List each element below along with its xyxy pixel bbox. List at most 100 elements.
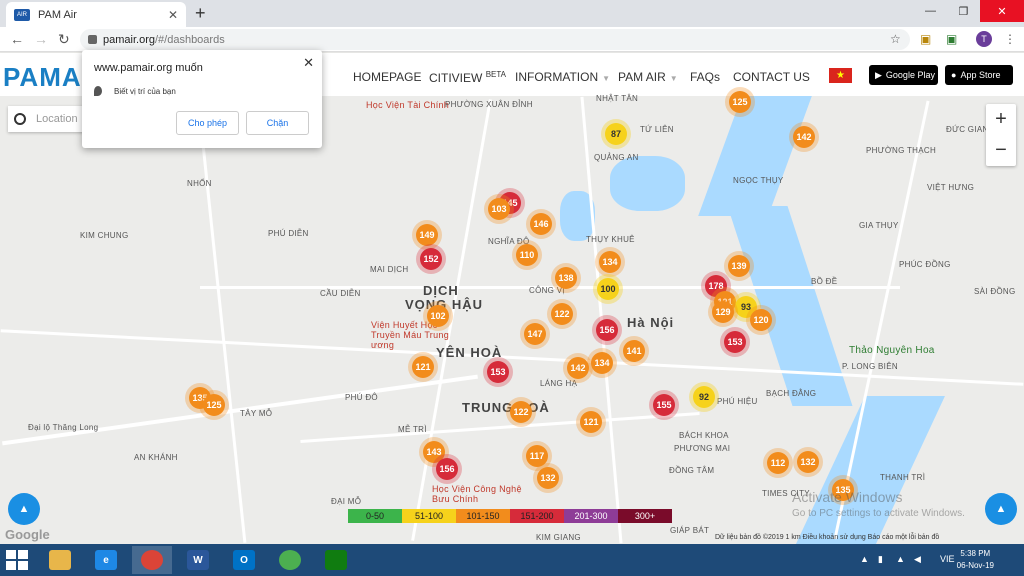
aqi-marker[interactable]: 102 xyxy=(427,305,449,327)
language-indicator[interactable]: VIE xyxy=(940,554,955,564)
map-place-label: DỊCH xyxy=(423,283,459,298)
forward-icon[interactable]: → xyxy=(34,31,48,47)
browser-tab[interactable]: AIR PAM Air ✕ xyxy=(6,2,186,27)
map-canvas[interactable] xyxy=(0,96,1024,544)
new-tab-button[interactable]: + xyxy=(195,3,206,24)
aqi-marker[interactable]: 120 xyxy=(750,309,772,331)
map-place-label: KIM CHUNG xyxy=(80,231,129,240)
aqi-marker[interactable]: 141 xyxy=(623,340,645,362)
battery-icon[interactable]: ▮ xyxy=(878,554,883,565)
popup-close-icon[interactable]: ✕ xyxy=(303,55,314,71)
aqi-marker[interactable]: 147 xyxy=(524,323,546,345)
aqi-marker[interactable]: 103 xyxy=(488,198,510,220)
extension-icon[interactable]: ▣ xyxy=(920,32,931,46)
arrow-up-icon: ▲ xyxy=(18,503,30,515)
aqi-marker[interactable]: 156 xyxy=(436,458,458,480)
aqi-marker[interactable]: 122 xyxy=(510,401,532,423)
aqi-marker[interactable]: 139 xyxy=(728,255,750,277)
tab-close-icon[interactable]: ✕ xyxy=(168,8,178,22)
outlook-app[interactable]: O xyxy=(224,546,264,574)
aqi-marker[interactable]: 138 xyxy=(555,267,577,289)
store-app[interactable] xyxy=(316,546,356,574)
river-segment xyxy=(795,396,945,544)
menu-cityview[interactable]: CITIVIEW BETA xyxy=(429,70,506,85)
popup-permission: Biết vị trí của bạn xyxy=(94,86,310,96)
aqi-marker[interactable]: 121 xyxy=(412,356,434,378)
aqi-marker[interactable]: 153 xyxy=(487,361,509,383)
aqi-marker[interactable]: 152 xyxy=(420,248,442,270)
file-explorer-app[interactable] xyxy=(40,546,80,574)
windows-store-icon xyxy=(325,550,347,570)
aqi-marker[interactable]: 112 xyxy=(767,452,789,474)
map-place-label: YÊN HOÀ xyxy=(436,345,503,360)
minimize-icon[interactable]: — xyxy=(914,0,947,22)
aqi-marker[interactable]: 117 xyxy=(526,445,548,467)
app-store-button[interactable]: ● App Store xyxy=(945,65,1013,85)
reload-icon[interactable]: ↻ xyxy=(58,31,70,48)
word-app[interactable]: W xyxy=(178,546,218,574)
restore-icon[interactable]: ❐ xyxy=(947,0,980,22)
scroll-up-left-button[interactable]: ▲ xyxy=(8,493,40,525)
map-place-label: LÁNG HẠ xyxy=(540,379,578,388)
aqi-marker[interactable]: 125 xyxy=(729,91,751,113)
legend-item: 51-100 xyxy=(402,509,456,523)
aqi-marker[interactable]: 149 xyxy=(416,224,438,246)
beta-badge: BETA xyxy=(485,70,506,79)
chrome-app[interactable] xyxy=(132,546,172,574)
aqi-marker[interactable]: 132 xyxy=(797,451,819,473)
vietnam-flag-icon[interactable]: ★ xyxy=(829,68,852,83)
map-place-label: TÂY MỖ xyxy=(240,409,273,418)
aqi-marker[interactable]: 122 xyxy=(551,303,573,325)
tray-chevron-icon[interactable]: ▲ xyxy=(860,554,869,564)
google-play-button[interactable]: ▶ Google Play xyxy=(869,65,938,85)
network-icon[interactable]: ▲ xyxy=(896,554,905,564)
menu-information[interactable]: INFORMATION ▼ xyxy=(515,70,610,84)
bookmark-star-icon[interactable]: ☆ xyxy=(890,32,901,46)
block-button[interactable]: Chặn xyxy=(246,111,309,135)
windows-start-icon[interactable] xyxy=(6,550,28,570)
aqi-marker[interactable]: 87 xyxy=(605,123,627,145)
profile-avatar[interactable]: T xyxy=(976,31,992,47)
aqi-marker[interactable]: 132 xyxy=(537,467,559,489)
back-icon[interactable]: ← xyxy=(10,31,24,47)
pamair-logo[interactable]: PAMA xyxy=(3,62,82,93)
aqi-marker[interactable]: 153 xyxy=(724,331,746,353)
browser-toolbar: ← → ↻ pamair.org /#/dashboards ☆ ▣ ▣ ⋮ xyxy=(0,27,1024,52)
volume-icon[interactable]: ◀ xyxy=(914,554,921,565)
allow-button[interactable]: Cho phép xyxy=(176,111,239,135)
zoom-in-button[interactable]: + xyxy=(986,104,1016,135)
aqi-marker[interactable]: 121 xyxy=(580,411,602,433)
taskbar-clock[interactable]: 5:38 PM 06-Nov-19 xyxy=(957,548,994,572)
aqi-marker[interactable]: 155 xyxy=(653,394,675,416)
aqi-marker[interactable]: 134 xyxy=(599,251,621,273)
aqi-marker[interactable]: 110 xyxy=(516,244,538,266)
menu-pamair[interactable]: PAM AIR ▼ xyxy=(618,70,678,84)
aqi-marker[interactable]: 134 xyxy=(591,352,613,374)
scroll-up-right-button[interactable]: ▲ xyxy=(985,493,1017,525)
aqi-marker[interactable]: 156 xyxy=(596,319,618,341)
window-controls: — ❐ ✕ xyxy=(914,0,1024,22)
address-bar[interactable]: pamair.org /#/dashboards xyxy=(80,29,910,50)
aqi-marker[interactable]: 129 xyxy=(712,301,734,323)
aqi-marker[interactable]: 142 xyxy=(793,126,815,148)
zoom-out-button[interactable]: − xyxy=(986,135,1016,166)
aqi-marker[interactable]: 92 xyxy=(693,386,715,408)
activate-windows-title: Activate Windows xyxy=(792,489,903,505)
map-attribution[interactable]: Dữ liệu bản đồ ©2019 1 km Điều khoản sử … xyxy=(715,534,939,541)
aqi-marker[interactable]: 100 xyxy=(597,278,619,300)
ie-app[interactable]: e xyxy=(86,546,126,574)
window-close-icon[interactable]: ✕ xyxy=(980,0,1024,22)
menu-homepage[interactable]: HOMEPAGE xyxy=(353,70,421,84)
location-search[interactable]: Location xyxy=(8,106,88,132)
menu-faqs[interactable]: FAQs xyxy=(690,70,720,84)
map-place-label: PHƯƠNG MAI xyxy=(674,444,731,453)
map-place-label: NHỔN xyxy=(187,179,212,188)
coccoc-app[interactable] xyxy=(270,546,310,574)
extension-2-icon[interactable]: ▣ xyxy=(946,32,957,46)
aqi-marker[interactable]: 146 xyxy=(530,213,552,235)
menu-pamair-label: PAM AIR xyxy=(618,70,666,84)
aqi-marker[interactable]: 142 xyxy=(567,357,589,379)
aqi-marker[interactable]: 125 xyxy=(203,394,225,416)
menu-contact[interactable]: CONTACT US xyxy=(733,70,810,84)
menu-dots-icon[interactable]: ⋮ xyxy=(1004,32,1016,46)
